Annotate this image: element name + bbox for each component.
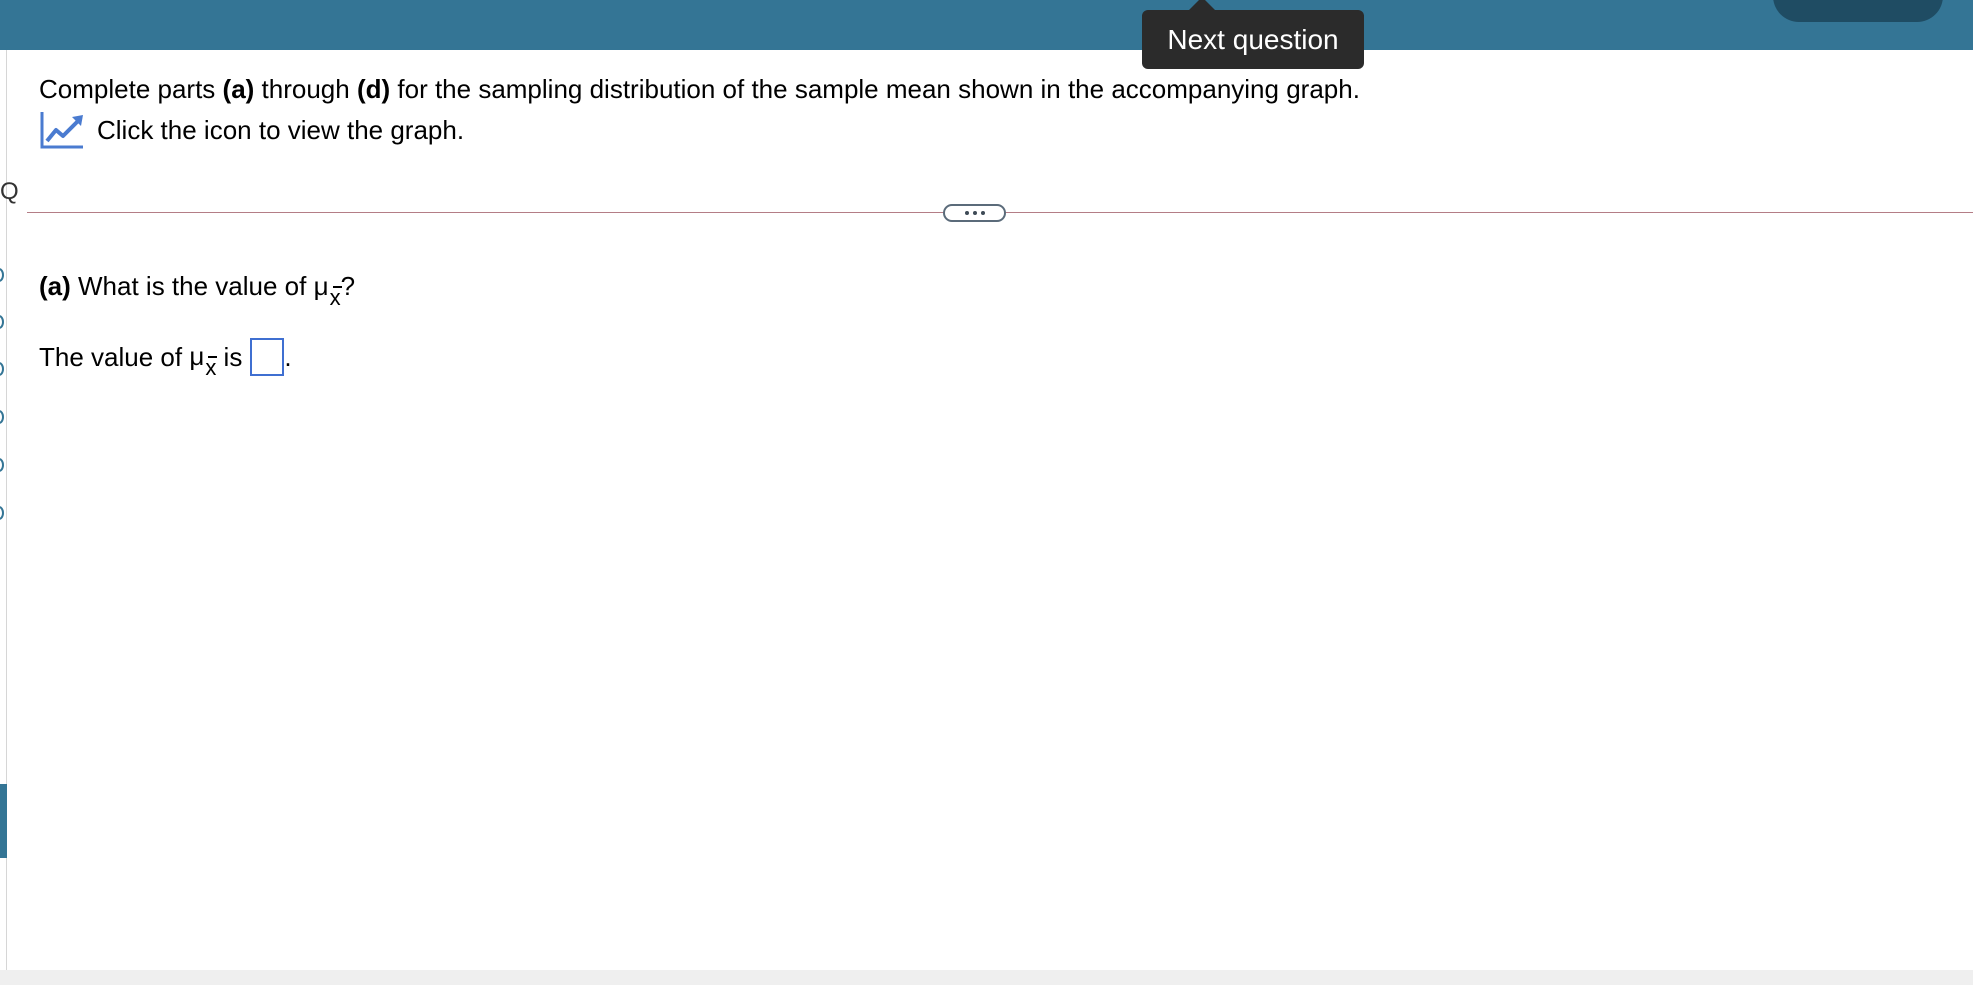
- intro-text: Complete parts: [39, 74, 223, 104]
- answer-input[interactable]: [250, 338, 285, 376]
- header-action-button[interactable]: [1773, 0, 1943, 22]
- part-a-label: (a): [39, 271, 71, 301]
- intro-part-a: (a): [222, 74, 255, 104]
- bottom-bar: [0, 970, 1973, 985]
- question-mark: ?: [340, 271, 356, 301]
- question-status-icon[interactable]: [0, 410, 4, 424]
- question-status-icon[interactable]: [0, 506, 4, 520]
- ellipsis-icon: [972, 211, 977, 215]
- graph-link-label[interactable]: Click the icon to view the graph.: [97, 115, 464, 146]
- part-a-question: (a) What is the value of μx?: [39, 270, 356, 310]
- line-chart-icon[interactable]: [39, 110, 85, 150]
- answer-is-text: is: [223, 342, 243, 372]
- answer-period: .: [284, 342, 292, 372]
- left-question-nav-strip: Q: [0, 50, 19, 970]
- intro-part-d: (d): [356, 74, 391, 104]
- mu-symbol: μ: [189, 341, 205, 371]
- question-status-icon[interactable]: [0, 268, 4, 282]
- mu-symbol: μ: [313, 271, 329, 301]
- question-intro: Complete parts (a) through (d) for the s…: [39, 73, 1360, 105]
- part-a-answer-row: The value of μx is .: [39, 338, 292, 380]
- next-question-tooltip: Next question: [1142, 0, 1364, 69]
- ellipsis-icon: [964, 211, 969, 215]
- question-status-icon[interactable]: [0, 315, 4, 329]
- mu-xbar-symbol: μx: [189, 340, 218, 380]
- part-a-question-text: What is the value of: [78, 271, 314, 301]
- view-graph-link[interactable]: Click the icon to view the graph.: [39, 110, 464, 150]
- intro-text: through: [254, 74, 357, 104]
- question-status-icon[interactable]: [0, 458, 4, 472]
- intro-text: for the sampling distribution of the sam…: [390, 74, 1360, 104]
- mu-xbar-symbol: μx: [313, 270, 342, 310]
- top-header-bar: [0, 0, 1973, 50]
- question-status-icon[interactable]: [0, 362, 4, 376]
- nav-glyph: Q: [0, 178, 19, 205]
- expand-collapse-button[interactable]: [943, 204, 1006, 222]
- nav-active-block[interactable]: [0, 784, 7, 858]
- ellipsis-icon: [980, 211, 985, 215]
- xbar-subscript: x: [205, 352, 218, 384]
- xbar-subscript: x: [330, 282, 342, 314]
- answer-prefix-text: The value of: [39, 342, 183, 372]
